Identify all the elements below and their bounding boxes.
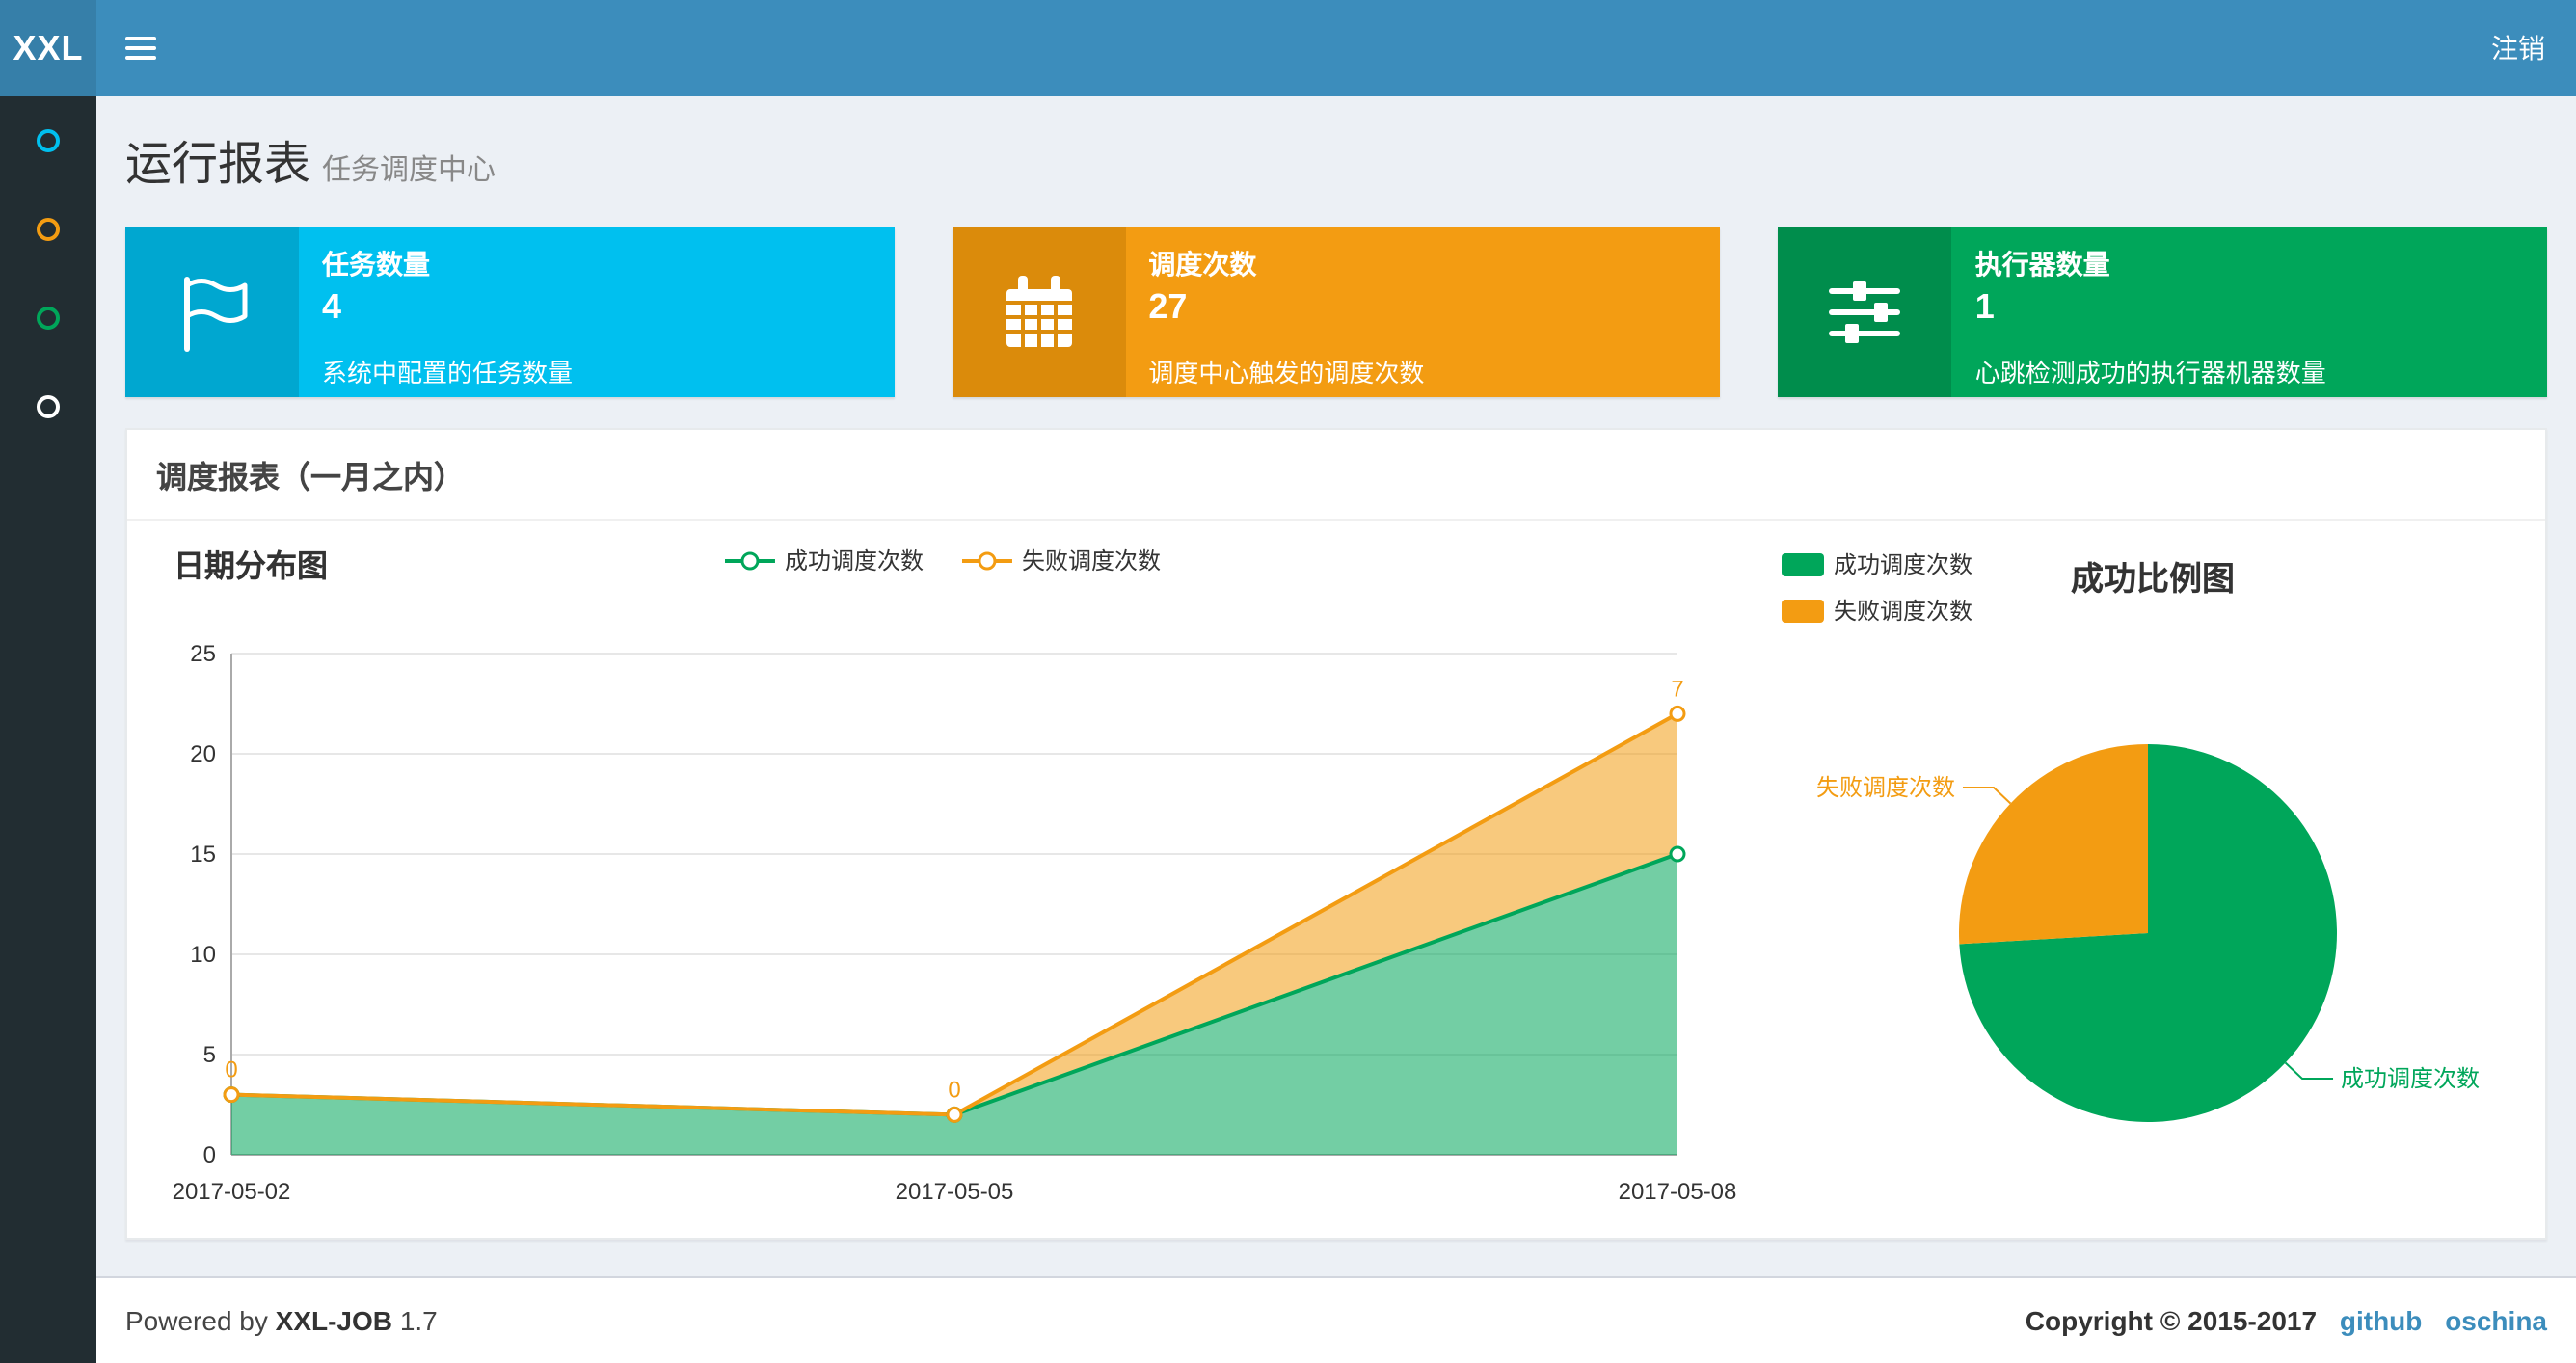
svg-text:10: 10 [190, 942, 216, 968]
version-text: 1.7 [399, 1305, 438, 1336]
copyright-text: Copyright © 2015-2017 [2025, 1305, 2318, 1336]
sidebar-item-2[interactable] [0, 185, 96, 274]
info-box-content: 任务数量 4 系统中配置的任务数量 [299, 227, 894, 397]
line-chart-legend: 成功调度次数 失败调度次数 [724, 544, 1161, 576]
circle-icon [37, 307, 60, 330]
pie-chart-header: 成功调度次数 失败调度次数 成功比例图 [1739, 540, 2526, 663]
sidebar-item-1[interactable] [0, 96, 96, 185]
svg-text:5: 5 [203, 1042, 216, 1068]
svg-text:失败调度次数: 失败调度次数 [1816, 775, 1955, 801]
page-title-text: 运行报表 [125, 139, 310, 191]
circle-icon [37, 129, 60, 152]
legend-item-success[interactable]: 成功调度次数 [724, 544, 924, 576]
legend-item-fail[interactable]: 失败调度次数 [962, 544, 1161, 576]
info-box-task-count: 任务数量 4 系统中配置的任务数量 [125, 227, 895, 397]
info-box-executor-count: 执行器数量 1 心跳检测成功的执行器机器数量 [1778, 227, 2548, 397]
sidebar-item-3[interactable] [0, 274, 96, 362]
legend-item-fail[interactable]: 失败调度次数 [1782, 594, 1972, 627]
sidebar-toggle-button[interactable] [96, 0, 183, 96]
legend-label: 成功调度次数 [784, 548, 924, 575]
app-logo[interactable]: XXL [0, 0, 96, 96]
circle-icon [37, 395, 60, 418]
footer: Powered by XXL-JOB 1.7 Copyright © 2015-… [96, 1276, 2576, 1363]
info-box-label: 调度次数 [1148, 249, 1257, 280]
pie-chart-title: 成功比例图 [2071, 561, 2235, 598]
svg-text:2017-05-05: 2017-05-05 [896, 1179, 1014, 1205]
info-box-value: 27 [1148, 287, 1188, 326]
page-title: 运行报表 任务调度中心 [125, 125, 2547, 193]
svg-text:2017-05-08: 2017-05-08 [1619, 1179, 1737, 1205]
line-legend-icon [962, 550, 1012, 570]
info-box-description: 系统中配置的任务数量 [322, 359, 574, 388]
svg-text:20: 20 [190, 741, 216, 767]
calendar-icon [952, 227, 1126, 397]
oschina-link[interactable]: oschina [2445, 1305, 2547, 1336]
page-subtitle: 任务调度中心 [322, 154, 496, 187]
line-legend-icon [724, 550, 775, 570]
pie-legend-icon [1782, 599, 1824, 622]
legend-item-success[interactable]: 成功调度次数 [1782, 548, 1972, 580]
svg-text:0: 0 [225, 1057, 237, 1083]
info-box-value: 4 [322, 287, 342, 326]
info-box-row: 任务数量 4 系统中配置的任务数量 调度次数 27 调度中心触发的调度次数 执行… [125, 227, 2548, 397]
brand-text: XXL-JOB [275, 1305, 393, 1336]
date-distribution-chart: 05101520252017-05-02 2017-05-05 2017-05-08… [173, 641, 1737, 1205]
success-ratio-chart: 成功调度次数 失败调度次数 [1816, 744, 2480, 1122]
pie-chart-legend: 成功调度次数 失败调度次数 [1782, 548, 1972, 627]
info-box-content: 执行器数量 1 心跳检测成功的执行器机器数量 [1952, 227, 2547, 397]
report-panel: 调度报表（一月之内） 日期分布图 成功调度次数 失败调度次数 0 5 10 15… [125, 428, 2547, 1240]
top-navbar: XXL 注销 [0, 0, 2576, 96]
legend-label: 失败调度次数 [1834, 598, 1973, 625]
app-window: XXL 注销 运行报表 任务调度中心 任务数量 4 系统中配置的任务数量 调度次… [0, 0, 2576, 1363]
logout-link[interactable]: 注销 [2460, 0, 2576, 96]
date-distribution-section: 日期分布图 成功调度次数 失败调度次数 0 5 10 15 20 25 2017… [147, 540, 1739, 1218]
svg-text:7: 7 [1671, 676, 1683, 702]
panel-title: 调度报表（一月之内） [127, 430, 2545, 521]
footer-powered-by: Powered by XXL-JOB 1.7 [125, 1305, 438, 1336]
sliders-icon [1778, 227, 1952, 397]
content-header: 运行报表 任务调度中心 [96, 96, 2576, 193]
circle-icon [37, 218, 60, 241]
info-box-label: 执行器数量 [1974, 249, 2110, 280]
main-content: 运行报表 任务调度中心 任务数量 4 系统中配置的任务数量 调度次数 27 调度… [96, 96, 2576, 1363]
info-box-content: 调度次数 27 调度中心触发的调度次数 [1125, 227, 1720, 397]
info-box-description: 心跳检测成功的执行器机器数量 [1974, 359, 2326, 388]
panel-body: 日期分布图 成功调度次数 失败调度次数 0 5 10 15 20 25 2017… [127, 521, 2545, 1238]
hamburger-icon [124, 31, 155, 66]
info-box-trigger-count: 调度次数 27 调度中心触发的调度次数 [952, 227, 1721, 397]
github-link[interactable]: github [2340, 1305, 2423, 1336]
line-chart-title: 日期分布图 [174, 551, 329, 584]
flag-icon [125, 227, 299, 397]
svg-text:25: 25 [190, 641, 216, 667]
svg-text:0: 0 [203, 1142, 216, 1168]
success-ratio-section: 成功调度次数 失败调度次数 成功比例图 成功调度次数 失败调度次数 [1739, 540, 2526, 1218]
svg-text:成功调度次数: 成功调度次数 [2341, 1066, 2480, 1092]
sidebar-item-4[interactable] [0, 362, 96, 451]
svg-text:15: 15 [190, 842, 216, 868]
powered-by-text: Powered by [125, 1305, 268, 1336]
info-box-value: 1 [1974, 287, 1995, 326]
legend-label: 失败调度次数 [1022, 548, 1162, 575]
line-chart-header: 日期分布图 成功调度次数 失败调度次数 [147, 540, 1739, 598]
info-box-label: 任务数量 [322, 249, 430, 280]
svg-text:2017-05-02: 2017-05-02 [173, 1179, 291, 1205]
pie-legend-icon [1782, 552, 1824, 575]
sidebar [0, 96, 96, 1363]
svg-text:0: 0 [948, 1077, 960, 1103]
legend-label: 成功调度次数 [1834, 551, 1973, 578]
footer-copyright: Copyright © 2015-2017 github oschina [2026, 1305, 2547, 1336]
info-box-description: 调度中心触发的调度次数 [1148, 359, 1425, 388]
